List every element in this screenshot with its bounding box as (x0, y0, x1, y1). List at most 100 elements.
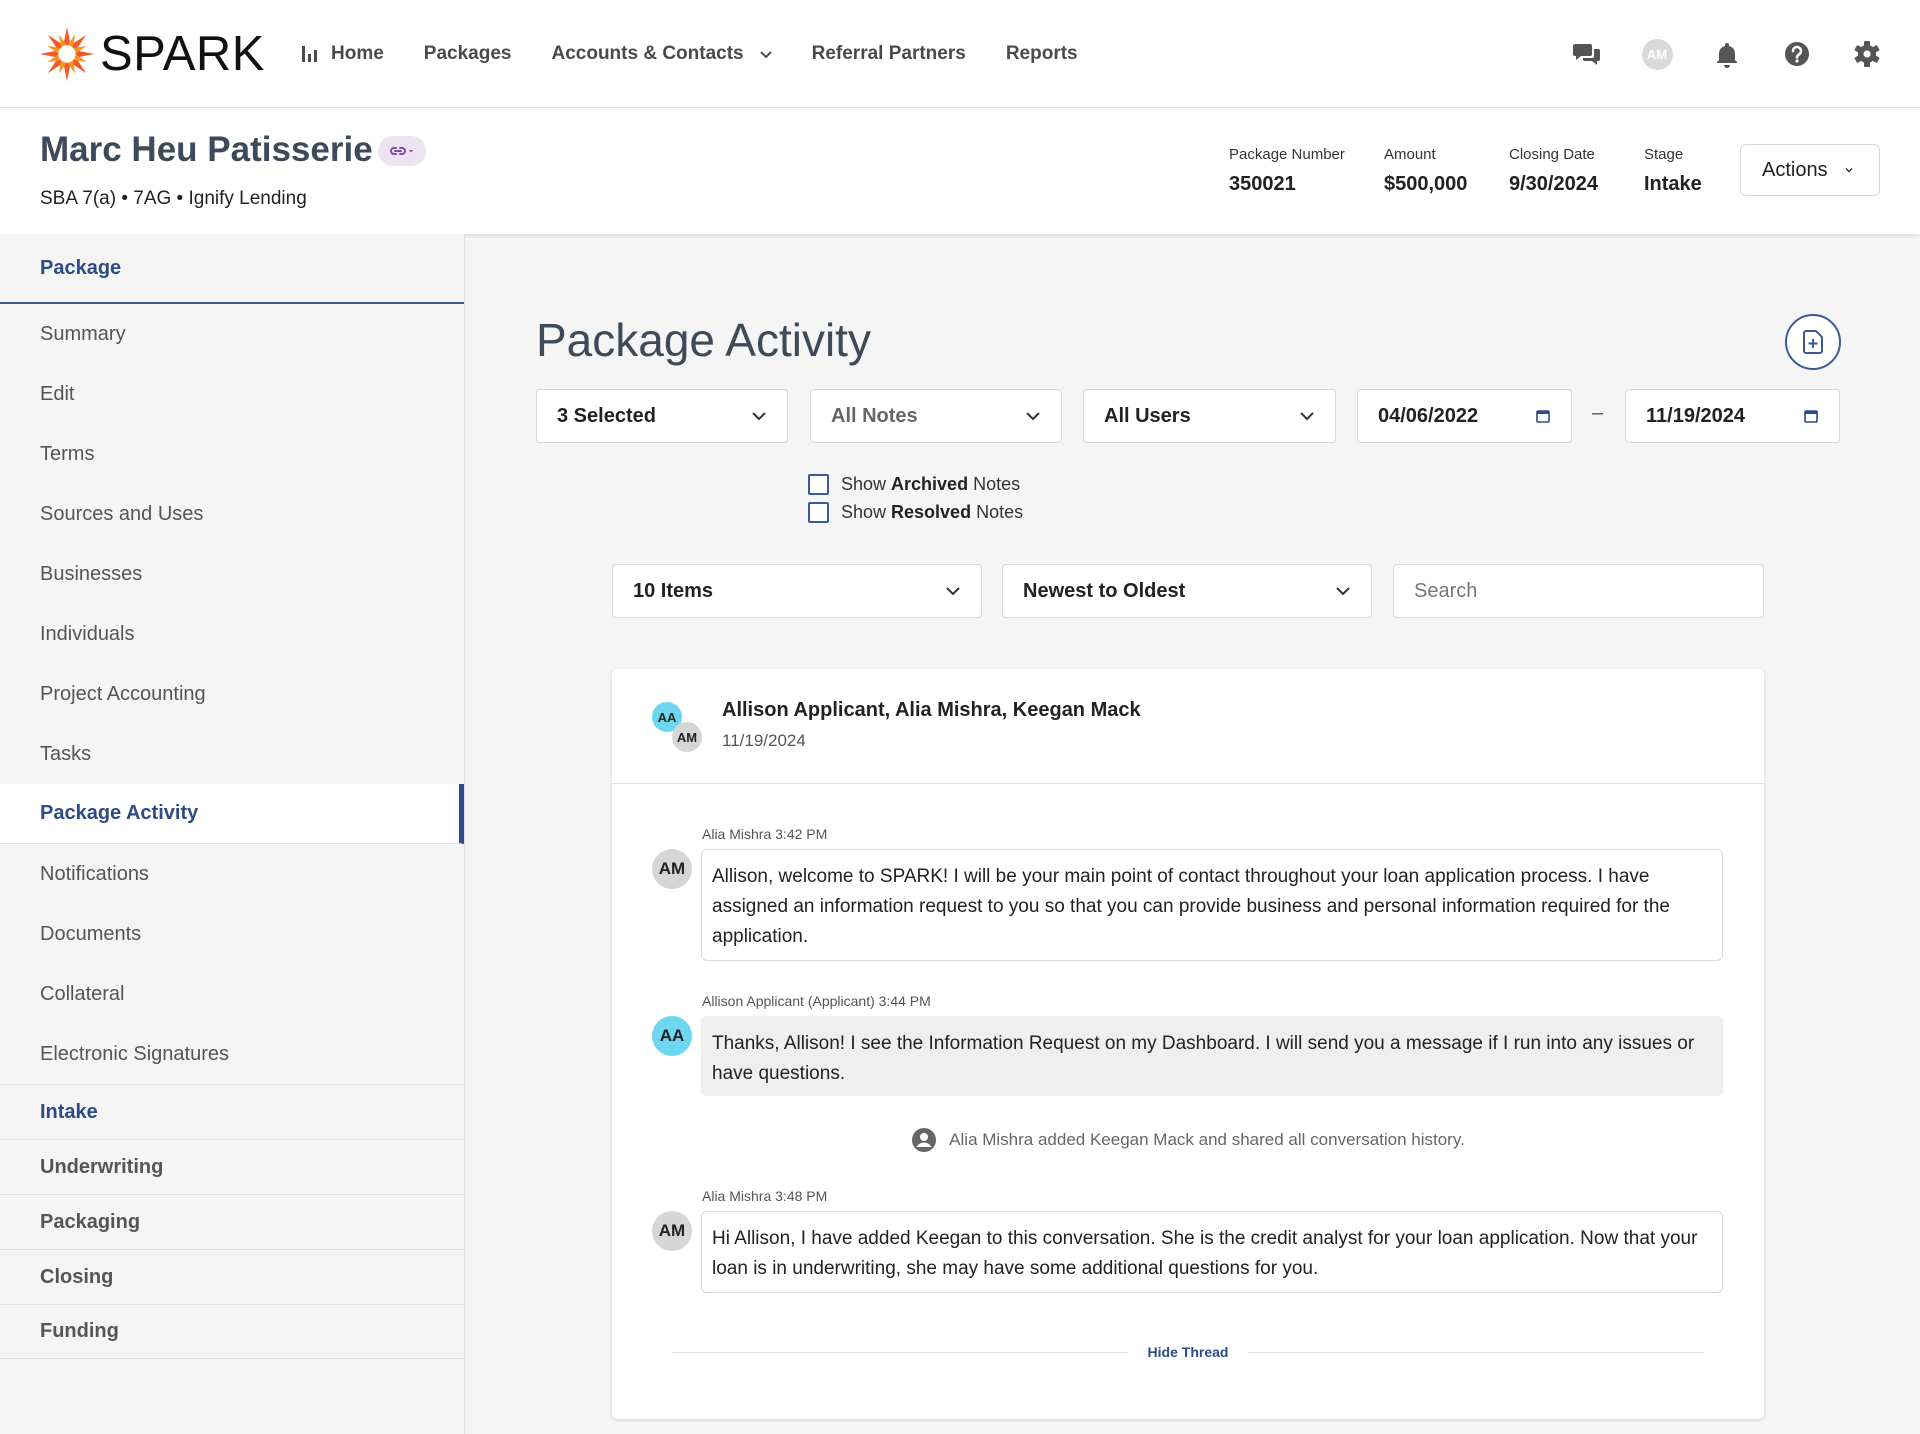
hide-thread-button[interactable]: Hide Thread (1128, 1344, 1249, 1360)
chevron-down-icon (1300, 412, 1314, 421)
add-note-button[interactable] (1785, 314, 1841, 370)
checkbox-box[interactable] (808, 502, 829, 523)
sidebar-item-individuals[interactable]: Individuals (0, 604, 464, 664)
sidebar-section-funding[interactable]: Funding (0, 1304, 464, 1359)
show-archived-checkbox[interactable]: Show Archived Notes (808, 474, 1020, 495)
nav-reports[interactable]: Reports (1006, 43, 1078, 65)
divider (1248, 1351, 1704, 1353)
date-to-field[interactable]: 11/19/2024 (1625, 389, 1840, 443)
closing-date-value: 9/30/2024 (1509, 173, 1598, 195)
chevron-down-icon (752, 412, 766, 421)
sidebar-item-tasks[interactable]: Tasks (0, 724, 464, 784)
notes-filter-select[interactable]: All Notes (810, 389, 1062, 443)
file-add-icon (1803, 330, 1823, 354)
sidebar-item-terms[interactable]: Terms (0, 424, 464, 484)
checkbox-label-bold: Archived (891, 474, 969, 494)
sidebar-item-edit[interactable]: Edit (0, 364, 464, 424)
notes-filter-value: All Notes (831, 404, 918, 427)
sidebar-item-project-accounting[interactable]: Project Accounting (0, 664, 464, 724)
main-menu: Home Packages Accounts & Contacts Referr… (302, 0, 1118, 108)
message-meta: Alia Mishra 3:48 PM (702, 1188, 827, 1204)
thread-participants: Allison Applicant, Alia Mishra, Keegan M… (722, 699, 1141, 721)
divider (672, 1351, 1128, 1353)
sidebar-section-closing[interactable]: Closing (0, 1249, 464, 1304)
user-avatar[interactable]: AM (1640, 37, 1674, 71)
date-from-value: 04/06/2022 (1378, 404, 1479, 427)
chevron-down-icon (946, 587, 960, 596)
users-filter-value: All Users (1104, 404, 1191, 427)
activity-type-value: 3 Selected (557, 404, 656, 427)
thread-date: 11/19/2024 (722, 731, 806, 750)
sidebar-item-package-activity[interactable]: Package Activity (0, 784, 464, 844)
thread-header[interactable]: AA AM Allison Applicant, Alia Mishra, Ke… (612, 669, 1764, 784)
avatar: AM (652, 1211, 692, 1251)
sidebar-item-sources-uses[interactable]: Sources and Uses (0, 484, 464, 544)
avatar: AA (652, 1016, 692, 1056)
sidebar-item-electronic-signatures[interactable]: Electronic Signatures (0, 1024, 464, 1084)
message-bubble: Allison, welcome to SPARK! I will be you… (701, 849, 1723, 961)
sort-value: Newest to Oldest (1023, 579, 1186, 602)
page-size-select[interactable]: 10 Items (612, 564, 982, 618)
search-input[interactable]: Search (1393, 564, 1764, 618)
nav-packages[interactable]: Packages (424, 43, 512, 65)
checkbox-label-post: Notes (968, 474, 1021, 494)
bell-icon[interactable] (1710, 37, 1744, 71)
nav-referral-partners[interactable]: Referral Partners (812, 43, 966, 65)
link-icon (390, 147, 413, 155)
amount-meta: Amount $500,000 (1384, 146, 1467, 196)
chevron-down-icon (1026, 412, 1040, 421)
activity-type-select[interactable]: 3 Selected (536, 389, 788, 443)
search-placeholder: Search (1414, 579, 1478, 602)
spark-logo[interactable]: SPARK (38, 24, 265, 84)
nav-referral-label: Referral Partners (811, 43, 966, 64)
chevron-down-icon (759, 51, 772, 59)
nav-accounts-label: Accounts & Contacts (551, 43, 744, 64)
nav-accounts-contacts[interactable]: Accounts & Contacts (551, 43, 772, 65)
avatar: AM (672, 722, 702, 752)
message-bubble: Hi Allison, I have added Keegan to this … (701, 1211, 1723, 1293)
chevron-down-icon (1336, 587, 1350, 596)
thread-card: AA AM Allison Applicant, Alia Mishra, Ke… (612, 669, 1764, 1419)
help-icon[interactable] (1780, 37, 1814, 71)
calendar-icon (1536, 410, 1550, 423)
sidebar-item-businesses[interactable]: Businesses (0, 544, 464, 604)
account-circle-icon (912, 1128, 937, 1152)
message-time: 3:44 PM (878, 993, 931, 1009)
sidebar-section-packaging[interactable]: Packaging (0, 1194, 464, 1249)
message-meta: Allison Applicant (Applicant) 3:44 PM (702, 993, 931, 1009)
closing-date-label: Closing Date (1509, 146, 1595, 163)
sort-select[interactable]: Newest to Oldest (1002, 564, 1372, 618)
sidebar-item-notifications[interactable]: Notifications (0, 844, 464, 904)
amount-value: $500,000 (1384, 173, 1468, 195)
message-bubble: Thanks, Allison! I see the Information R… (701, 1016, 1723, 1096)
nav-home[interactable]: Home (302, 43, 384, 65)
checkbox-label-pre: Show (841, 502, 892, 522)
actions-button[interactable]: Actions (1740, 144, 1880, 196)
page-size-value: 10 Items (633, 579, 714, 602)
hide-thread-row: Hide Thread (672, 1342, 1704, 1362)
nav-packages-label: Packages (423, 43, 512, 64)
sidebar-item-summary[interactable]: Summary (0, 304, 464, 364)
gear-icon[interactable] (1850, 37, 1884, 71)
users-filter-select[interactable]: All Users (1083, 389, 1336, 443)
sidebar-section-intake[interactable]: Intake (0, 1084, 464, 1139)
chat-icon[interactable] (1570, 37, 1604, 71)
nav-home-label: Home (331, 43, 384, 64)
sidebar-section-underwriting[interactable]: Underwriting (0, 1139, 464, 1194)
avatar: AM (652, 849, 692, 889)
sidebar-item-documents[interactable]: Documents (0, 904, 464, 964)
message-time: 3:48 PM (775, 1188, 828, 1204)
sidebar-item-collateral[interactable]: Collateral (0, 964, 464, 1024)
brand-name: SPARK (100, 26, 265, 81)
chevron-down-icon (1845, 168, 1853, 173)
avatar: AM (1641, 38, 1673, 70)
date-from-field[interactable]: 04/06/2022 (1357, 389, 1572, 443)
link-menu-button[interactable] (378, 136, 426, 166)
checkbox-label-pre: Show (841, 474, 892, 494)
show-resolved-checkbox[interactable]: Show Resolved Notes (808, 502, 1023, 523)
date-range-separator: – (1592, 402, 1604, 424)
checkbox-box[interactable] (808, 474, 829, 495)
sidebar-head-package[interactable]: Package (0, 234, 464, 304)
message-author: Alia Mishra (702, 826, 772, 842)
bar-chart-icon (302, 46, 317, 62)
